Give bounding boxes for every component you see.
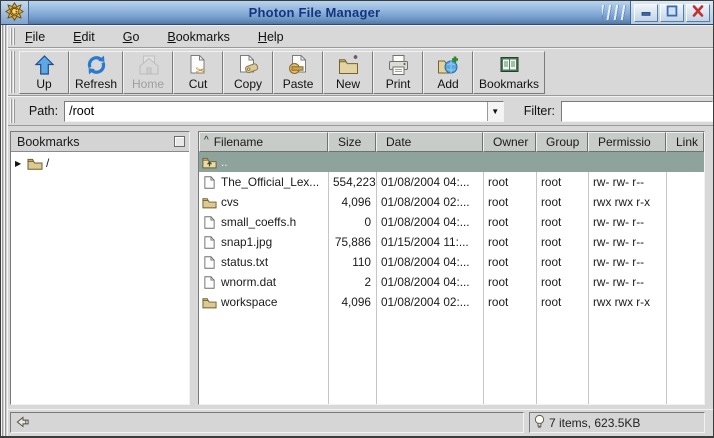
copy-icon (236, 54, 261, 76)
add-icon (436, 54, 461, 76)
toolbar-grip[interactable] (10, 51, 15, 93)
hand-pointer-icon (15, 414, 30, 432)
sort-asc-icon: ^ (204, 135, 209, 151)
menu-edit[interactable]: Edit (67, 28, 101, 46)
table-row[interactable]: snap1.jpg 75,886 01/15/2004 11:... root … (199, 232, 704, 252)
path-combo: ▼ (64, 101, 504, 122)
up-button[interactable]: Up (19, 51, 69, 94)
minimize-icon (639, 5, 653, 20)
path-input[interactable] (65, 102, 487, 121)
close-button[interactable] (686, 4, 710, 22)
toolbar: Up Refresh Home ✂ Cut (1, 48, 713, 96)
table-row[interactable]: .. (199, 152, 704, 172)
toolbar-buttons: Up Refresh Home ✂ Cut (19, 51, 545, 94)
new-button[interactable]: New (323, 51, 373, 94)
filter-label: Filter: (524, 104, 555, 118)
new-icon (336, 54, 361, 76)
column-header[interactable]: Date (376, 132, 483, 152)
table-row[interactable]: wnorm.dat 2 01/08/2004 04:... root root … (199, 272, 704, 292)
window-resize-edge[interactable] (1, 25, 8, 436)
up-icon (32, 54, 57, 76)
bookmarks-panel-title: Bookmarks (17, 135, 80, 149)
table-body: .. The_Official_Lex... 554,223 01/08/200… (199, 152, 704, 404)
paste-button[interactable]: Paste (273, 51, 323, 94)
home-button[interactable]: Home (123, 51, 173, 94)
expand-arrow-icon[interactable]: ▶ (15, 159, 24, 168)
column-header[interactable]: Link (666, 132, 704, 152)
app-icon (5, 2, 24, 24)
menu-file[interactable]: File (19, 28, 51, 46)
menu-items: File Edit Go Bookmarks Help (19, 28, 306, 46)
bookmarks-icon (497, 54, 522, 76)
filter-input[interactable] (562, 102, 714, 121)
pathbar: Path: ▼ Filter: ▼ (1, 96, 713, 126)
menu-bookmarks[interactable]: Bookmarks (161, 28, 236, 46)
window-controls (630, 1, 713, 24)
copy-button[interactable]: Copy (223, 51, 273, 94)
bookmark-root[interactable]: ▶ / (13, 155, 187, 171)
table-row[interactable]: The_Official_Lex... 554,223 01/08/2004 0… (199, 172, 704, 192)
pathbar-grip[interactable] (10, 99, 15, 123)
folder-up-icon (202, 156, 217, 169)
paste-icon (286, 54, 311, 76)
file-icon (202, 176, 217, 189)
folder-icon (27, 157, 43, 170)
status-message-area (10, 412, 524, 433)
items-summary-text: 7 items, 623.5KB (549, 416, 640, 430)
bookmarks-button[interactable]: Bookmarks (473, 51, 545, 94)
titlebar[interactable]: Photon File Manager (1, 1, 713, 25)
refresh-button[interactable]: Refresh (69, 51, 123, 94)
menu-help[interactable]: Help (252, 28, 290, 46)
cut-icon: ✂ (186, 54, 211, 76)
column-header[interactable]: ^Filename (199, 132, 328, 152)
table-row[interactable]: cvs 4,096 01/08/2004 02:... root root rw… (199, 192, 704, 212)
titlebar-grip (602, 5, 628, 20)
menu-go[interactable]: Go (117, 28, 146, 46)
status-summary: 7 items, 623.5KB (529, 412, 705, 433)
table-header: ^Filename Size Date Owner Gr (199, 132, 704, 152)
path-label: Path: (29, 104, 58, 118)
photon-file-manager-window: Photon File Manager File Edit Go Bookmarks H… (0, 0, 714, 438)
minimize-button[interactable] (634, 4, 658, 22)
svg-text:✂: ✂ (195, 63, 205, 76)
maximize-icon (665, 5, 679, 20)
bulb-icon (534, 414, 545, 432)
add-button[interactable]: Add (423, 51, 473, 94)
column-header[interactable]: Permissio (588, 132, 666, 152)
column-header[interactable]: Group (536, 132, 588, 152)
close-icon (691, 5, 705, 20)
column-header[interactable]: Size (328, 132, 376, 152)
column-header[interactable]: Owner (483, 132, 536, 152)
cut-button[interactable]: ✂ Cut (173, 51, 223, 94)
bookmarks-panel-header: Bookmarks (11, 132, 189, 152)
window-title: Photon File Manager (29, 5, 600, 20)
table-row[interactable]: status.txt 110 01/08/2004 04:... root ro… (199, 252, 704, 272)
home-icon (136, 54, 161, 76)
bookmarks-tree: ▶ / (11, 152, 189, 404)
file-icon (202, 216, 217, 229)
file-icon (202, 276, 217, 289)
file-icon (202, 236, 217, 249)
file-list-panel: ^Filename Size Date Owner Gr (198, 131, 705, 405)
window-menu-button[interactable] (1, 1, 29, 24)
print-icon (386, 54, 411, 76)
menubar-grip[interactable] (10, 28, 15, 45)
print-button[interactable]: Print (373, 51, 423, 94)
menubar: File Edit Go Bookmarks Help (1, 25, 713, 48)
table-row[interactable]: workspace 4,096 01/08/2004 02:... root r… (199, 292, 704, 312)
main-area: Bookmarks ▶ / ^Filename (1, 126, 713, 409)
detach-panel-button[interactable] (174, 136, 185, 147)
path-dropdown-arrow-icon[interactable]: ▼ (487, 102, 503, 121)
folder-icon (202, 196, 217, 209)
filter-combo: ▼ (561, 101, 713, 122)
statusbar: 7 items, 623.5KB (1, 409, 713, 436)
refresh-icon (84, 54, 109, 76)
file-icon (202, 256, 217, 269)
table-row[interactable]: small_coeffs.h 0 01/08/2004 04:... root … (199, 212, 704, 232)
bookmarks-panel: Bookmarks ▶ / (10, 131, 190, 405)
folder-icon (202, 296, 217, 309)
maximize-button[interactable] (660, 4, 684, 22)
